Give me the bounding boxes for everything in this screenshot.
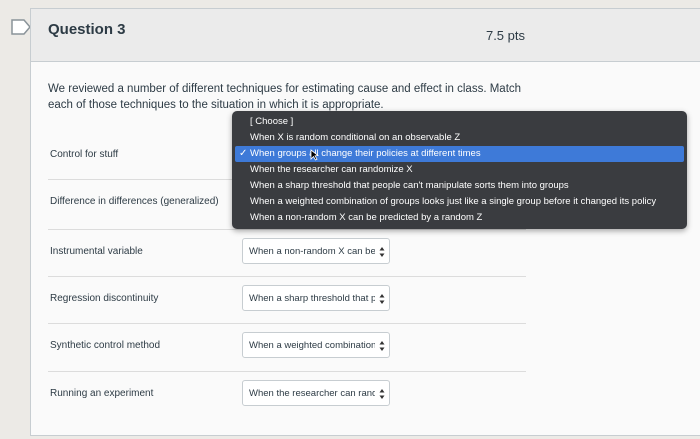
match-select-value: When the researcher can rand·	[249, 388, 375, 399]
match-row-label: Running an experiment	[50, 388, 154, 399]
match-select[interactable]: When a sharp threshold that p	[242, 285, 390, 311]
match-select[interactable]: When a weighted combination	[242, 332, 390, 358]
match-row-label: Regression discontinuity	[50, 293, 159, 304]
question-title: Question 3	[48, 21, 126, 38]
match-select-value: When a sharp threshold that p	[249, 293, 375, 304]
match-row-label: Synthetic control method	[50, 340, 161, 351]
match-row: Running an experiment When the researche…	[48, 371, 526, 420]
match-select-value: When a weighted combination	[249, 340, 375, 351]
match-row: Synthetic control method When a weighted…	[48, 323, 526, 372]
match-row: Regression discontinuity When a sharp th…	[48, 276, 526, 325]
dropdown-option[interactable]: [ Choose ]	[232, 114, 687, 130]
question-header: Question 3 7.5 pts	[31, 9, 700, 62]
select-arrows-icon	[379, 389, 385, 399]
dropdown-option[interactable]: When a non-random X can be predicted by …	[232, 210, 687, 226]
dropdown-option[interactable]: When a weighted combination of groups lo…	[232, 194, 687, 210]
match-select[interactable]: When the researcher can rand·	[242, 380, 390, 406]
select-arrows-icon	[379, 294, 385, 304]
match-row-label: Difference in differences (generalized)	[50, 196, 219, 207]
match-select[interactable]: When a non-random X can be	[242, 238, 390, 264]
match-dropdown-menu: [ Choose ] When X is random conditional …	[232, 111, 687, 229]
match-select-value: When a non-random X can be	[249, 246, 375, 257]
question-points: 7.5 pts	[485, 28, 525, 43]
dropdown-option-label: When groups all change their policies at…	[250, 148, 481, 159]
select-arrows-icon	[379, 341, 385, 351]
match-row-label: Instrumental variable	[50, 246, 143, 257]
dropdown-option[interactable]: When a sharp threshold that people can't…	[232, 178, 687, 194]
select-arrows-icon	[379, 247, 385, 257]
check-icon: ✓	[239, 148, 248, 159]
flag-question-icon[interactable]	[10, 18, 32, 36]
match-row: Instrumental variable When a non-random …	[48, 229, 526, 278]
dropdown-option-selected[interactable]: ✓ When groups all change their policies …	[235, 146, 684, 162]
question-text: We reviewed a number of different techni…	[48, 83, 522, 111]
mouse-cursor-icon	[310, 149, 319, 161]
match-row-label: Control for stuff	[50, 149, 119, 160]
dropdown-option[interactable]: When the researcher can randomize X	[232, 162, 687, 178]
dropdown-option[interactable]: When X is random conditional on an obser…	[232, 130, 687, 146]
